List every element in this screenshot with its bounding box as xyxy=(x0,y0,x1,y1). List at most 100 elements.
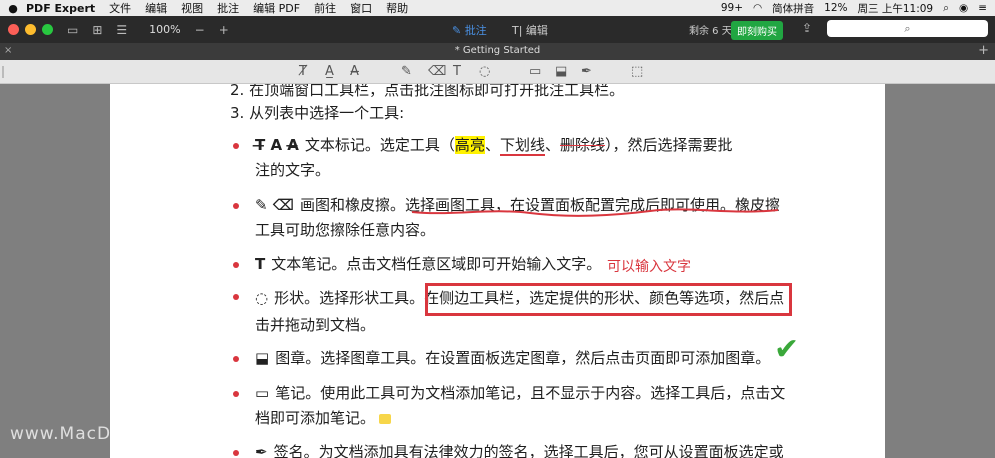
note-doc-icon: ▭ xyxy=(255,384,270,402)
input-method[interactable]: 简体拼音 xyxy=(772,1,814,16)
signature-doc-icon: ✒ xyxy=(255,443,268,458)
tab-edit[interactable]: T| 编辑 xyxy=(512,22,548,38)
list-item-note: ▭ 笔记。使用此工具可为文档添加笔记，且不显示于内容。选择工具后，点击文 xyxy=(255,382,785,403)
app-menu[interactable]: PDF Expert xyxy=(26,2,95,15)
strikethrough-tool-icon[interactable]: A̶ xyxy=(350,64,359,79)
window-controls xyxy=(8,24,53,35)
doc-step-2: 2. 在顶端窗口工具栏，点击批注图标即可打开批注工具栏。 xyxy=(230,84,625,99)
battery-level[interactable]: 12% xyxy=(824,2,847,14)
pen-eraser-icons: ✎ ⌫ xyxy=(255,196,295,214)
list-item-signature: ✒ 签名。为文档添加具有法律效力的签名，选择工具后，您可从设置面板选定或 xyxy=(255,441,784,458)
document-viewer[interactable]: 2. 在顶端窗口工具栏，点击批注图标即可打开批注工具栏。 3. 从列表中选择一个… xyxy=(0,84,995,458)
shape-doc-icon: ◌ xyxy=(255,289,269,307)
bullet-dot xyxy=(233,450,239,456)
menu-view[interactable]: 视图 xyxy=(181,0,203,16)
toolbar-right-icons: ⇪ xyxy=(802,21,812,35)
search-icon: ⌕ xyxy=(904,22,911,35)
buy-now-button[interactable]: 即刻购买 xyxy=(731,21,783,40)
rectangle-shape-annotation[interactable] xyxy=(425,283,792,316)
list-item-drawing-line2: 工具可助您擦除任意内容。 xyxy=(255,221,436,239)
wifi-icon[interactable]: ◠ xyxy=(753,2,762,14)
new-tab-button[interactable]: + xyxy=(978,43,989,58)
note-desc-line2: 档即可添加笔记。 xyxy=(255,409,376,427)
stamp-doc-icon: ⬓ xyxy=(255,349,270,367)
notification-count[interactable]: 99+ xyxy=(721,2,743,14)
menu-edit[interactable]: 编辑 xyxy=(145,0,167,16)
zoom-window-button[interactable] xyxy=(42,24,53,35)
pen-icon: ✎ xyxy=(452,24,465,37)
text-edit-icon: T| xyxy=(512,24,526,37)
strikethrough-sample: 删除线 xyxy=(559,136,605,154)
shape-tool-icon[interactable]: ◌ xyxy=(479,64,490,79)
menu-list-icon[interactable]: ≡ xyxy=(978,2,987,14)
watermark: www.MacDown.com xyxy=(10,424,195,444)
menu-file[interactable]: 文件 xyxy=(109,0,131,16)
spotlight-icon[interactable]: ⌕ xyxy=(943,2,949,15)
document-tab-bar: × * Getting Started + xyxy=(0,43,995,60)
underline-sample: 下划线 xyxy=(499,136,545,156)
thumbnails-grid-icon[interactable]: ⊞ xyxy=(92,23,102,37)
text-markup-desc: 文本标记。选定工具（ xyxy=(304,136,455,154)
menu-annotate[interactable]: 批注 xyxy=(217,0,239,16)
macos-menu-bar: ● PDF Expert 文件 编辑 视图 批注 编辑 PDF 前往 窗口 帮助… xyxy=(0,0,995,16)
trial-days-remaining: 剩余 6 天 xyxy=(689,26,732,37)
note-desc: 笔记。使用此工具可为文档添加笔记，且不显示于内容。选择工具后，点击文 xyxy=(275,384,786,402)
document-tab-title[interactable]: * Getting Started xyxy=(0,45,995,56)
menu-status-area: 99+ ◠ 简体拼音 12% 周三 上午11:09 ⌕ ◉ ≡ xyxy=(721,0,987,16)
doc-step-3: 3. 从列表中选择一个工具: xyxy=(230,104,405,122)
note-tool-icon[interactable]: ▭ xyxy=(529,64,541,79)
pen-tool-icon[interactable]: ✎ xyxy=(401,64,412,79)
zoom-in-button[interactable]: + xyxy=(219,23,229,37)
window-toolbar: ▭ ⊞ ☰ 100% − + ✎ 批注 T| 编辑 剩余 6 天 即刻购买 ⇪ … xyxy=(0,16,995,43)
text-note-desc: 文本笔记。点击文档任意区域即可开始输入文字。 xyxy=(271,255,602,273)
tab-annotate-label: 批注 xyxy=(464,24,487,37)
list-item-text-markup: T̶ A A̶ 文本标记。选定工具（高亮、下划线、删除线），然后选择需要批 xyxy=(255,134,733,156)
freehand-underline-annotation[interactable] xyxy=(410,206,780,218)
separator: 、 xyxy=(484,136,500,154)
stamp-desc: 图章。选择图章工具。在设置面板选定图章，然后点击页面即可添加图章。 xyxy=(275,349,771,367)
menu-help[interactable]: 帮助 xyxy=(386,0,408,16)
underline-tool-icon[interactable]: A̲ xyxy=(325,64,334,79)
clock[interactable]: 周三 上午11:09 xyxy=(858,1,934,16)
zoom-out-button[interactable]: − xyxy=(195,23,205,37)
text-markup-desc-end: ），然后选择需要批 xyxy=(605,136,733,154)
signature-tool-icon[interactable]: ✒ xyxy=(581,64,592,79)
pdf-page[interactable]: 2. 在顶端窗口工具栏，点击批注图标即可打开批注工具栏。 3. 从列表中选择一个… xyxy=(110,84,885,458)
sidebar-toggle-icon[interactable]: ▭ xyxy=(67,23,78,37)
menu-edit-pdf[interactable]: 编辑 PDF xyxy=(253,0,300,16)
list-item-note-line2: 档即可添加笔记。 xyxy=(255,407,392,428)
close-window-button[interactable] xyxy=(8,24,19,35)
sticky-note-annotation[interactable] xyxy=(379,413,392,424)
shapes-desc: 形状。选择形状工具。 xyxy=(274,289,425,307)
stamp-tool-icon[interactable]: ⬓ xyxy=(555,64,567,79)
eraser-tool-icon[interactable]: ⌫ xyxy=(428,64,446,79)
selection-tool-icon[interactable]: ⬚ xyxy=(631,64,643,79)
search-input[interactable]: ⌕ xyxy=(827,20,988,37)
menu-go[interactable]: 前往 xyxy=(314,0,336,16)
bullet-dot xyxy=(233,203,239,209)
apple-menu-icon[interactable]: ● xyxy=(0,2,26,15)
separator: 、 xyxy=(544,136,560,154)
signature-desc: 签名。为文档添加具有法律效力的签名，选择工具后，您可从设置面板选定或 xyxy=(273,443,784,458)
text-tool-doc-icon: T xyxy=(255,255,266,273)
bullet-dot xyxy=(233,356,239,362)
tab-annotate[interactable]: ✎ 批注 xyxy=(452,22,487,38)
text-tool-icon[interactable]: T xyxy=(453,64,461,79)
menu-window[interactable]: 窗口 xyxy=(350,0,372,16)
user-avatar[interactable]: ◉ xyxy=(959,2,968,14)
share-icon[interactable]: ⇪ xyxy=(802,21,812,35)
text-markup-icons: T̶ A A̶ xyxy=(255,136,299,154)
outline-icon[interactable]: ☰ xyxy=(116,23,127,37)
list-item-shapes-line2: 击并拖动到文档。 xyxy=(255,316,376,334)
annotation-toolbar: Ⱦ A̲ A̶ ✎ ⌫ T ◌ ▭ ⬓ ✒ ⬚ xyxy=(0,60,995,84)
minimize-window-button[interactable] xyxy=(25,24,36,35)
zoom-level[interactable]: 100% xyxy=(149,23,180,36)
tab-edit-label: 编辑 xyxy=(525,24,548,37)
highlight-tool-icon[interactable]: Ⱦ xyxy=(299,64,307,79)
toolbar-grip[interactable] xyxy=(2,66,4,78)
typed-text-annotation[interactable]: 可以输入文字 xyxy=(607,256,691,276)
bullet-dot xyxy=(233,262,239,268)
checkmark-stamp[interactable]: ✔ xyxy=(774,332,799,367)
list-item-text-note: T 文本笔记。点击文档任意区域即可开始输入文字。 xyxy=(255,253,601,274)
bullet-dot xyxy=(233,391,239,397)
